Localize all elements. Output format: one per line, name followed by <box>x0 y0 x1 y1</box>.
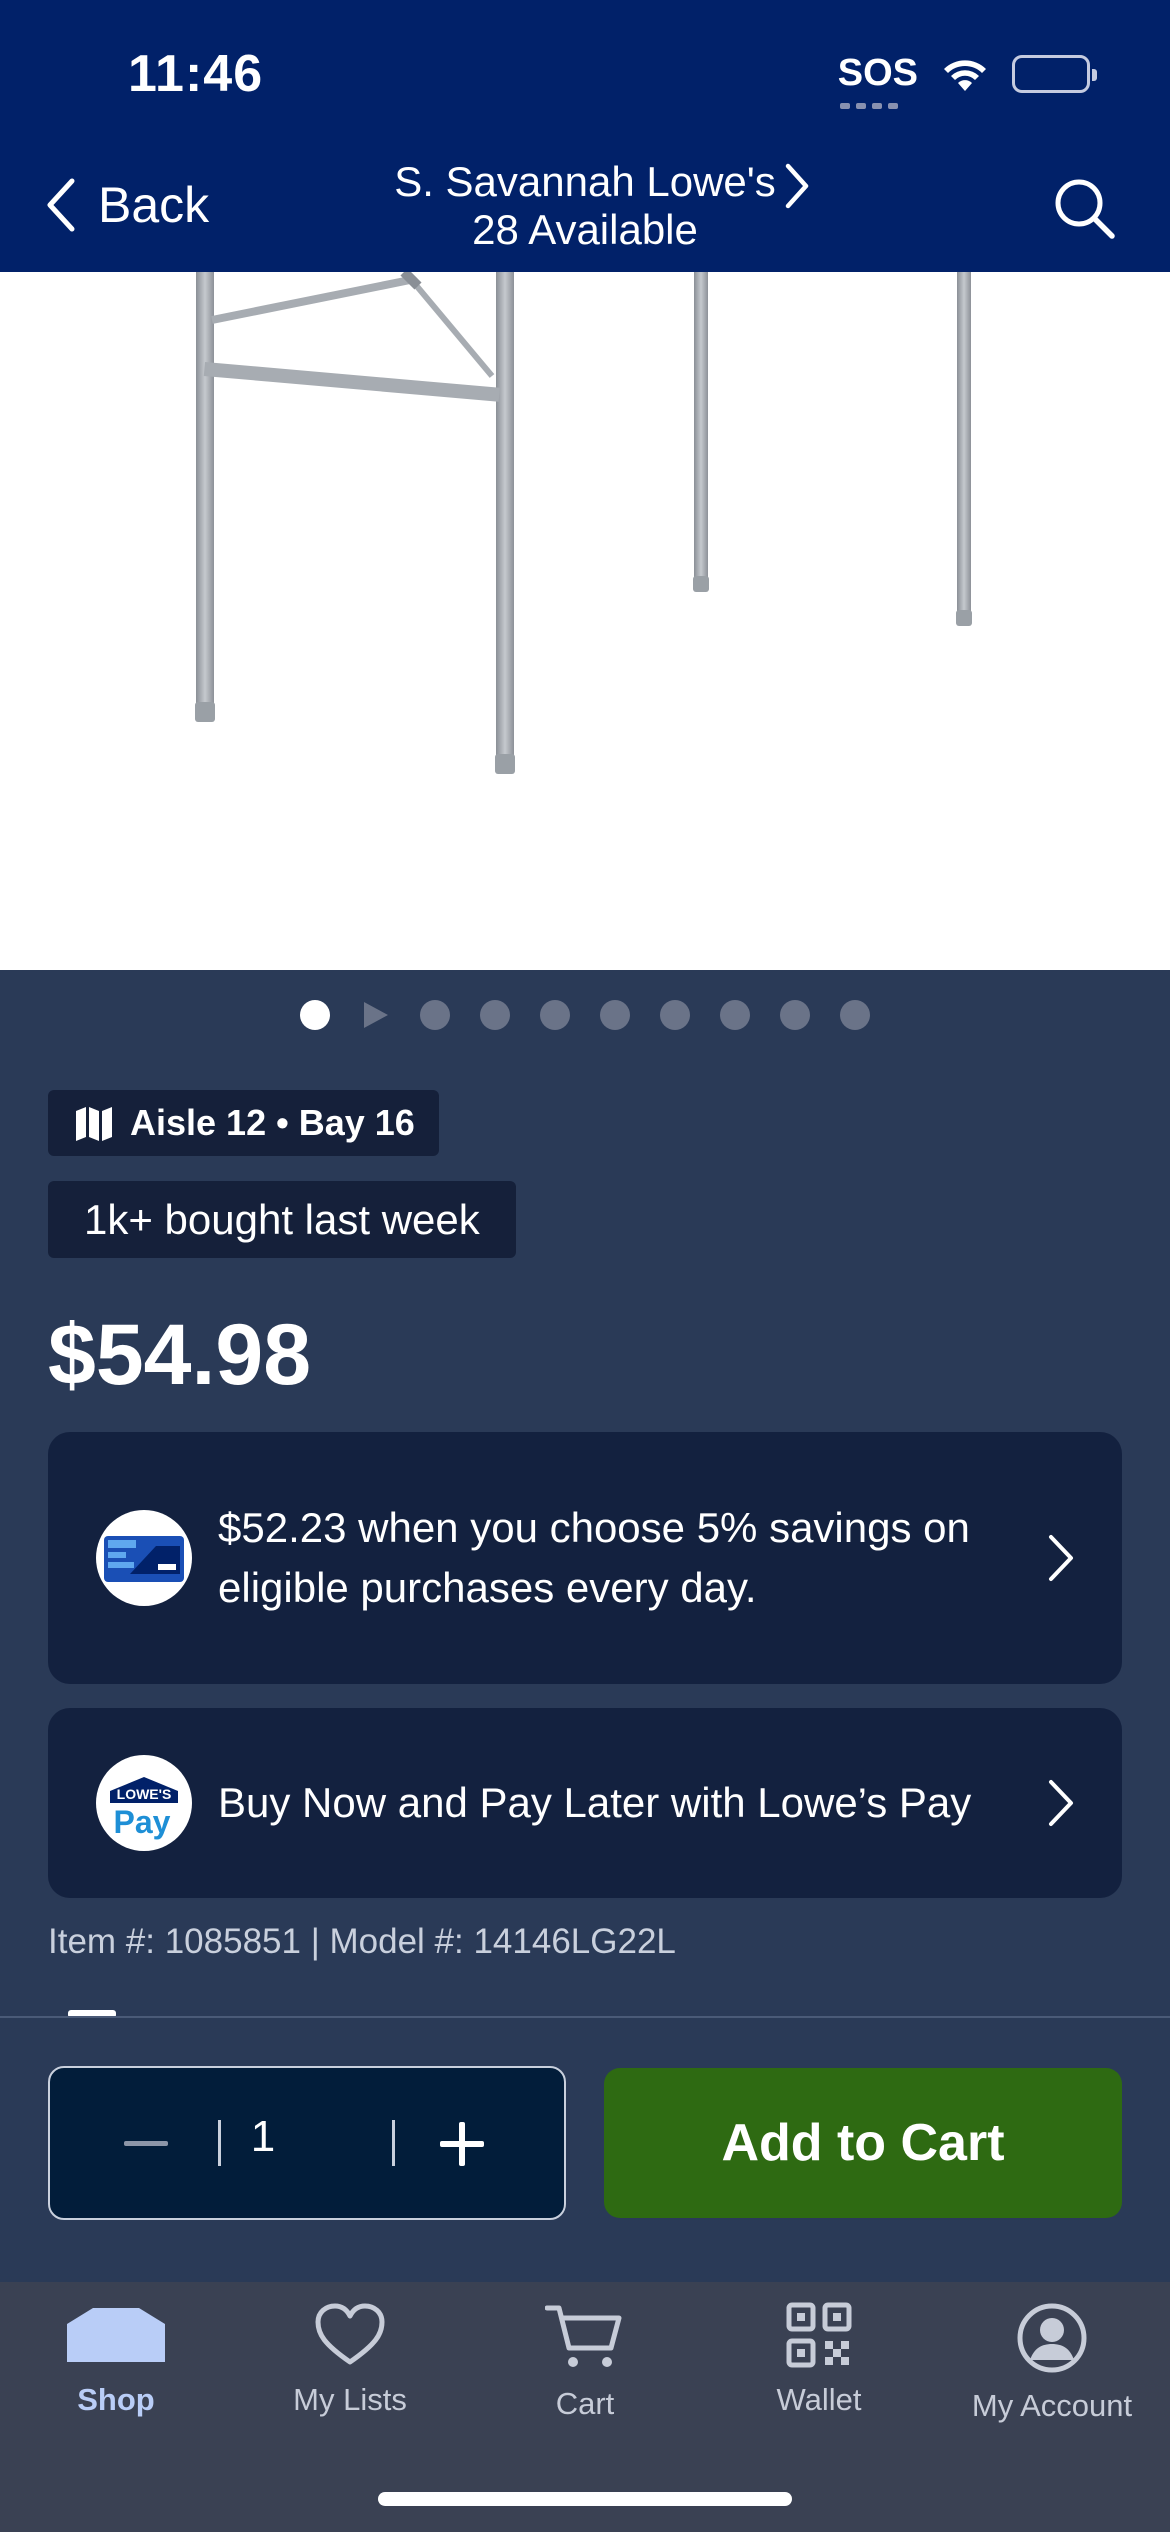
carousel-dot[interactable] <box>420 1000 450 1030</box>
tab-label: My Account <box>971 2388 1133 2423</box>
bought-last-week-badge: 1k+ bought last week <box>48 1181 516 1258</box>
lowes-pay-promo[interactable]: LOWE'S Pay Buy Now and Pay Later with Lo… <box>48 1708 1122 1898</box>
credit-card-savings-promo[interactable]: $52.23 when you choose 5% savings on eli… <box>48 1432 1122 1684</box>
lowes-pay-promo-text: Buy Now and Pay Later with Lowe’s Pay <box>218 1779 972 1826</box>
tab-label: Shop <box>77 2382 155 2417</box>
chevron-left-icon <box>47 178 75 232</box>
tab-label: Cart <box>555 2386 615 2421</box>
carousel-dot[interactable] <box>780 1000 810 1030</box>
bought-text: 1k+ bought last week <box>84 1195 480 1243</box>
stepper-divider <box>392 2120 395 2166</box>
add-to-cart-button[interactable]: Add to Cart <box>604 2068 1122 2218</box>
wifi-icon <box>944 59 986 91</box>
tab-wallet[interactable]: Wallet <box>719 2302 919 2418</box>
battery-icon <box>1012 54 1097 93</box>
svg-text:LOWE'S: LOWE'S <box>117 1786 172 1802</box>
chevron-right-icon <box>1049 1780 1073 1826</box>
lowes-pay-icon: LOWE'S Pay <box>96 1755 192 1851</box>
qr-code-icon <box>786 2302 852 2368</box>
back-label: Back <box>98 177 210 233</box>
plus-icon <box>440 2122 484 2166</box>
aisle-location-badge[interactable]: Aisle 12 • Bay 16 <box>48 1090 439 1156</box>
carousel-dot[interactable] <box>300 1000 330 1030</box>
tab-my-lists[interactable]: My Lists <box>250 2302 450 2418</box>
status-icons: SOS <box>838 52 1097 109</box>
home-indicator <box>378 2492 792 2506</box>
table-legs-image <box>195 272 972 774</box>
tab-cart[interactable]: Cart <box>485 2302 685 2422</box>
heart-icon <box>315 2303 385 2365</box>
carousel-dot[interactable] <box>660 1000 690 1030</box>
map-icon <box>76 1107 112 1141</box>
minus-icon <box>124 2141 168 2146</box>
header-bar: 11:46 SOS Back S. Savannah Lowe's 28 Ava… <box>0 0 1170 272</box>
house-icon <box>67 2308 165 2362</box>
carousel-dot[interactable] <box>600 1000 630 1030</box>
carousel-pagination <box>0 1000 1170 1030</box>
chevron-right-icon[interactable] <box>782 162 812 210</box>
tab-shop[interactable]: Shop <box>16 2302 216 2418</box>
increase-quantity-button[interactable] <box>426 2108 498 2180</box>
account-icon <box>1017 2303 1087 2373</box>
quantity-stepper: 1 <box>48 2066 566 2220</box>
store-selector[interactable]: S. Savannah Lowe's 28 Available <box>330 158 840 254</box>
decrease-quantity-button[interactable] <box>110 2118 182 2170</box>
aisle-bay-text: Aisle 12 • Bay 16 <box>130 1102 415 1143</box>
product-image[interactable] <box>0 272 1170 970</box>
chevron-right-icon <box>1049 1535 1073 1581</box>
carousel-dot[interactable] <box>480 1000 510 1030</box>
carousel-dot[interactable] <box>540 1000 570 1030</box>
cart-icon <box>545 2305 622 2367</box>
status-time: 11:46 <box>128 45 264 103</box>
video-play-icon[interactable] <box>360 1000 390 1030</box>
credit-card-promo-text: $52.23 when you choose 5% savings on eli… <box>218 1504 970 1611</box>
store-name: S. Savannah Lowe's <box>394 158 776 205</box>
stepper-divider <box>218 2120 221 2166</box>
carousel-dot[interactable] <box>720 1000 750 1030</box>
back-button[interactable]: Back <box>46 176 209 234</box>
product-price: $54.98 <box>48 1307 312 1403</box>
tab-label: Wallet <box>776 2382 862 2417</box>
quantity-value[interactable]: 1 <box>222 2112 304 2162</box>
sos-indicator: SOS <box>838 52 918 109</box>
store-availability: 28 Available <box>472 206 698 253</box>
tab-label: My Lists <box>293 2382 407 2417</box>
tab-my-account[interactable]: My Account <box>952 2302 1152 2424</box>
lowes-card-icon <box>96 1510 192 1606</box>
item-model-number: Item #: 1085851 | Model #: 14146LG22L <box>48 1922 676 1961</box>
svg-text:Pay: Pay <box>114 1804 171 1840</box>
carousel-dot[interactable] <box>840 1000 870 1030</box>
search-icon[interactable] <box>1052 176 1118 242</box>
